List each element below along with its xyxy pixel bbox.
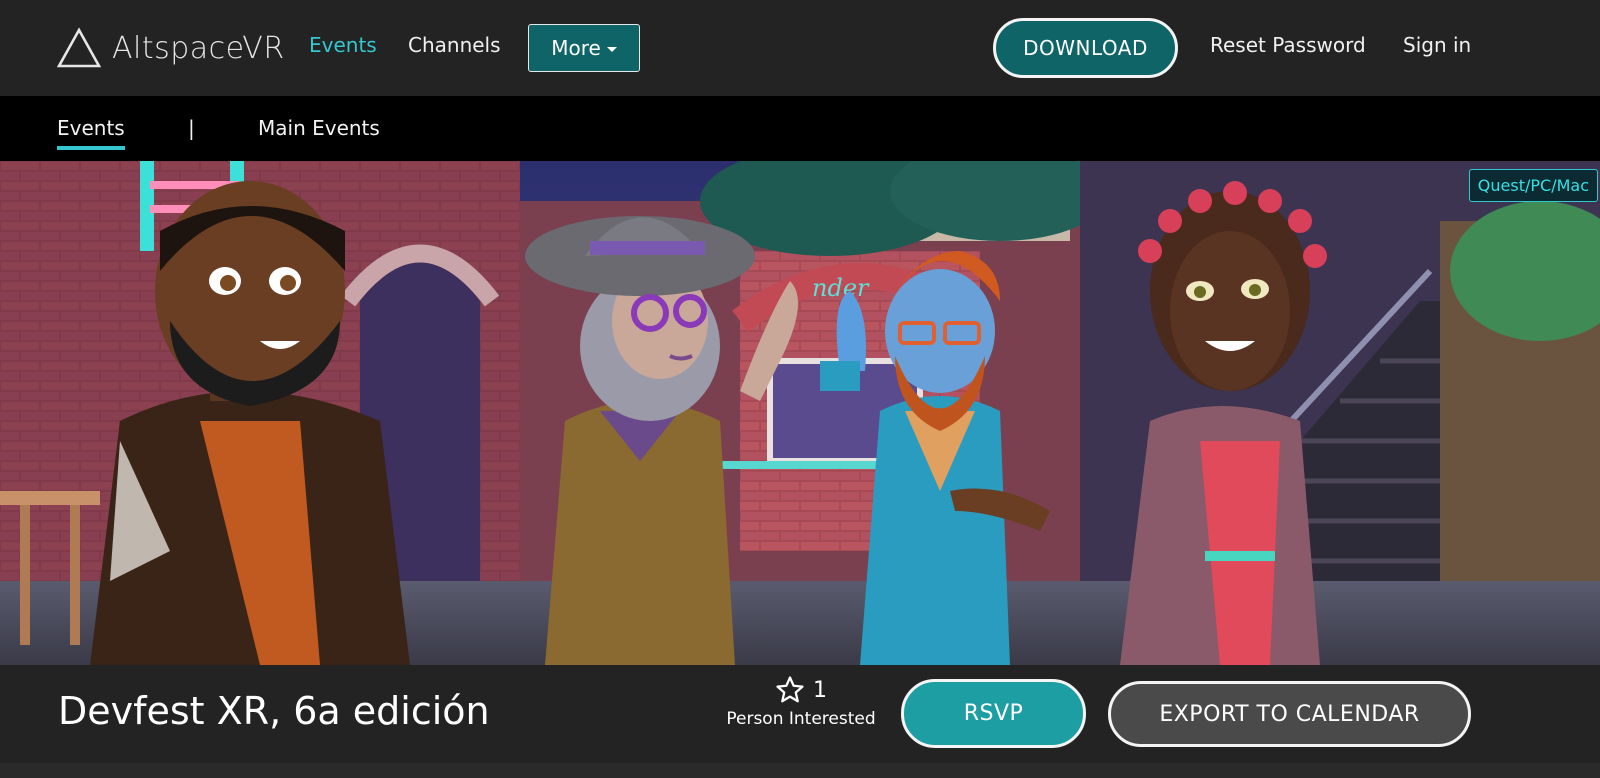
subnav-events-tab[interactable]: Events <box>57 116 125 150</box>
interested-count: 1 <box>813 677 827 703</box>
altspace-triangle-icon <box>56 27 102 68</box>
interested-label: Person Interested <box>726 709 876 729</box>
sign-in-link[interactable]: Sign in <box>1403 33 1471 57</box>
rsvp-button[interactable]: RSVP <box>901 679 1086 748</box>
export-to-calendar-button[interactable]: EXPORT TO CALENDAR <box>1108 681 1471 747</box>
page-content-below <box>0 763 1600 778</box>
event-hero-image: nder Quest/PC/Mac <box>0 161 1600 665</box>
download-button[interactable]: DOWNLOAD <box>993 18 1178 78</box>
event-title: Devfest XR, 6a edición <box>58 689 490 733</box>
nav-channels-link[interactable]: Channels <box>408 33 501 57</box>
subnav-separator: | <box>188 116 195 140</box>
interest-counter[interactable]: 1 Person Interested <box>722 675 880 729</box>
reset-password-link[interactable]: Reset Password <box>1210 33 1366 57</box>
subnav-main-events-tab[interactable]: Main Events <box>258 116 380 140</box>
avatar-woman-jacket <box>1120 181 1327 665</box>
top-navigation: AltspaceVR Events Channels More DOWNLOAD… <box>0 0 1600 96</box>
neon-sign-text: nder <box>812 274 870 302</box>
hero-illustration: nder <box>0 161 1600 665</box>
caret-down-icon <box>606 47 617 52</box>
more-dropdown-button[interactable]: More <box>528 24 640 72</box>
star-icon <box>776 676 804 703</box>
sub-navigation: Events | Main Events <box>0 96 1600 161</box>
logo-text: AltspaceVR <box>112 30 285 66</box>
logo[interactable]: AltspaceVR <box>56 27 285 69</box>
more-label: More <box>551 36 601 60</box>
platform-badge: Quest/PC/Mac <box>1468 169 1598 202</box>
event-info-bar: Devfest XR, 6a edición 1 Person Interest… <box>0 665 1600 763</box>
nav-events-link[interactable]: Events <box>309 33 377 57</box>
